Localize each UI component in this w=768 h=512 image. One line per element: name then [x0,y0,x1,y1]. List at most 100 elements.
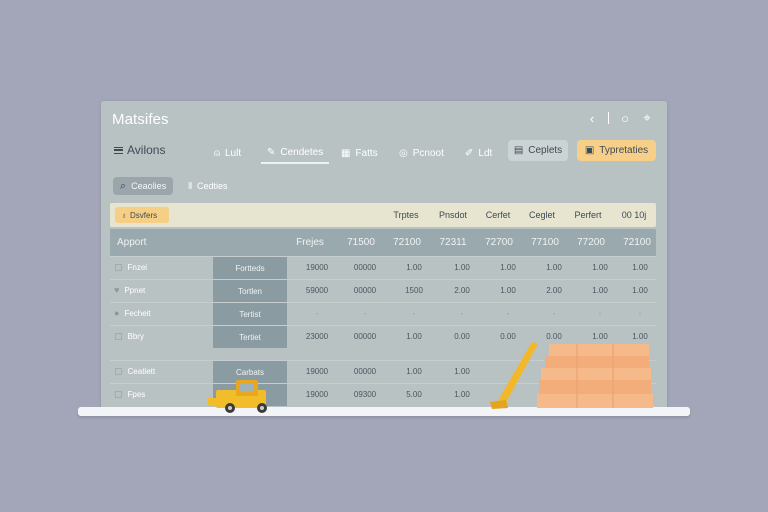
tab-fatts[interactable]: ▦ Fatts [341,142,378,164]
table-cell: - [460,309,464,318]
file-icon: ▢ [114,389,123,399]
table-cell: 1500 [405,286,423,295]
table-cell: 0.00 [546,332,562,341]
tab-label: Fatts [355,147,378,159]
tab-cendetes[interactable]: ✎ Cendetes [261,142,330,164]
table-cell: 19000 [305,390,329,399]
excavator-arm-illustration [490,342,538,409]
table-cell: 59000 [305,286,329,295]
toolbar: Avilons ⍝ Lult ✎ Cendetes ▦ Fatts ◎ Pcno… [101,139,667,167]
row-name: ● Fecheit [114,308,151,318]
column-header[interactable]: Perfert [571,210,605,220]
table-cell: - [598,309,602,318]
copies-button[interactable]: ▤ Ceplets [508,140,568,161]
tab-ldt[interactable]: ✐ Ldt [465,142,492,164]
row-name-text: Fpes [127,390,146,399]
table-cell: - [315,309,319,318]
file-icon: ▢ [114,262,123,272]
filter-chip-label: Cedties [196,181,228,191]
table-cell: 1.00 [454,390,470,399]
circle-icon[interactable]: ○ [619,109,631,127]
summary-value: 77100 [531,237,559,248]
table-cell: 19000 [305,367,329,376]
table-cell: - [412,309,416,318]
table-cell: 2.00 [454,286,470,295]
file-icon: ▢ [114,331,123,341]
column-header[interactable]: Ceglet [526,210,558,220]
row-name: ▢ Fpes [114,389,145,400]
summary-value: 72100 [393,237,421,248]
forklift-illustration [208,380,267,413]
table-cell: - [552,309,556,318]
table-cell: 1.00 [546,263,562,272]
table-cell: - [363,309,367,318]
column-header[interactable]: Pnsdot [435,210,471,220]
bulb-icon: ♁ [121,210,127,220]
summary-value: 72311 [439,237,467,248]
summary-first: Frejes [296,237,324,248]
table-cell: 0.00 [454,332,470,341]
table-cell: 00000 [353,263,377,272]
tab-lult[interactable]: ⍝ Lult [214,142,241,164]
table-cell: - [506,309,510,318]
search-chip-label: Ceaolies [131,181,167,191]
column-header[interactable]: Cerfet [482,210,514,220]
menu-label: Avilons [127,143,166,157]
summary-row: Apport Frejes 71500 72100 72311 72700 77… [110,229,656,256]
back-icon[interactable]: ‹ [586,109,598,127]
table-cell: 5.00 [406,390,422,399]
row-name: ▢ Bbry [114,331,144,342]
table-cell: 09300 [353,390,377,399]
palette-icon: ◎ [399,147,408,159]
window-controls: ‹ ○ ⌖ [586,109,653,127]
search-chip[interactable]: ⌕ Ceaolies [113,177,174,195]
title-bar: Matsifes ‹ ○ ⌖ [101,101,667,137]
table-cell: 1.00 [632,263,648,272]
table-cell: 1.00 [632,286,648,295]
tab-label: Ldt [478,147,493,159]
table-cell: 00000 [353,367,377,376]
table-row[interactable]: ▢ Fnzei Fortteds 19000 00000 1.00 1.00 1.… [110,256,656,279]
grid-icon: ▦ [341,147,351,159]
filter-chip[interactable]: ⫴ Cedties [181,177,234,195]
search-icon: ⌕ [120,179,127,192]
stacked-crates-illustration [537,344,653,408]
table-cell: 1.00 [406,332,422,341]
lock-icon: ● [114,308,120,318]
table-cell: 1.00 [406,263,422,272]
copies-label: Ceplets [528,145,563,156]
table-cell: 1.00 [500,286,516,295]
table-cell: 1.00 [454,367,470,376]
app-title: Matsifes [112,110,169,128]
table-row[interactable]: ● Fecheit Tertist - - - - - - - - [110,302,656,325]
templates-button[interactable]: ▣ Typretaties [577,140,656,161]
row-tag: Tertist [213,303,287,325]
edit-icon: ✎ [267,146,276,158]
row-tag: Fortteds [213,257,287,279]
row-name-text: Ppnet [124,285,146,295]
badge-label: Dsvfers [130,210,158,220]
column-header[interactable]: Trptes [392,210,420,220]
drivers-badge[interactable]: ♁ Dsvfers [115,207,169,223]
menu-button[interactable]: Avilons [114,143,165,157]
table-cell: 19000 [305,263,329,272]
row-name: ▢ Ceatiett [114,366,155,377]
folder-icon: ▣ [584,145,595,156]
pin-icon[interactable]: ⌖ [641,109,653,127]
table-row[interactable]: ♥ Ppnet Tortlen 59000 00000 1500 2.00 1.0… [110,279,656,302]
document-icon: ▤ [513,145,524,156]
row-tag: Tertiet [213,326,287,348]
column-header[interactable]: 00 10j [618,210,650,220]
tab-pcnoot[interactable]: ◎ Pcnoot [399,142,444,164]
row-name-text: Bbry [127,332,144,341]
summary-value: 71500 [347,237,375,248]
summary-value: 77200 [577,237,605,248]
table-cell: 1.00 [500,263,516,272]
row-name-text: Fnzei [127,263,148,272]
filter-row: ⌕ Ceaolies ⫴ Cedties [113,177,235,195]
table-cell: 1.00 [592,263,608,272]
columns-icon: ⫴ [188,180,192,191]
row-name-text: Ceatiett [127,367,156,376]
heart-icon: ♥ [114,285,120,295]
file-icon: ▢ [114,366,123,376]
